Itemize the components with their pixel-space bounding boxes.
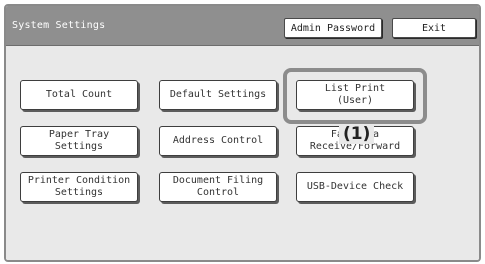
address-control-button[interactable]: Address Control (159, 126, 277, 156)
paper-tray-label-line1: Paper Tray (48, 129, 110, 140)
paper-tray-settings-button[interactable]: Paper Tray Settings (20, 126, 138, 156)
printer-condition-settings-button[interactable]: Printer Condition Settings (20, 172, 138, 202)
window-title: System Settings (12, 20, 106, 31)
callout-label: (1) (339, 124, 375, 144)
list-print-highlight-frame (283, 68, 427, 124)
address-control-label: Address Control (172, 135, 264, 146)
settings-content: Total Count Default Settings List Print … (6, 46, 479, 260)
total-count-button[interactable]: Total Count (20, 80, 138, 110)
title-bar: System Settings Admin Password Exit (6, 6, 479, 46)
system-settings-window: System Settings Admin Password Exit Tota… (4, 4, 481, 262)
document-filing-label-line1: Document Filing (172, 175, 264, 186)
total-count-label: Total Count (45, 89, 113, 100)
default-settings-label: Default Settings (169, 89, 267, 100)
default-settings-button[interactable]: Default Settings (159, 80, 277, 110)
usb-device-check-label: USB-Device Check (306, 181, 404, 192)
exit-button[interactable]: Exit (392, 18, 476, 38)
printer-condition-label-line2: Settings (54, 187, 104, 198)
document-filing-control-button[interactable]: Document Filing Control (159, 172, 277, 202)
paper-tray-label-line2: Settings (54, 141, 104, 152)
admin-password-button[interactable]: Admin Password (284, 18, 382, 38)
document-filing-label-line2: Control (196, 187, 240, 198)
printer-condition-label-line1: Printer Condition (27, 175, 131, 186)
usb-device-check-button[interactable]: USB-Device Check (296, 172, 414, 202)
